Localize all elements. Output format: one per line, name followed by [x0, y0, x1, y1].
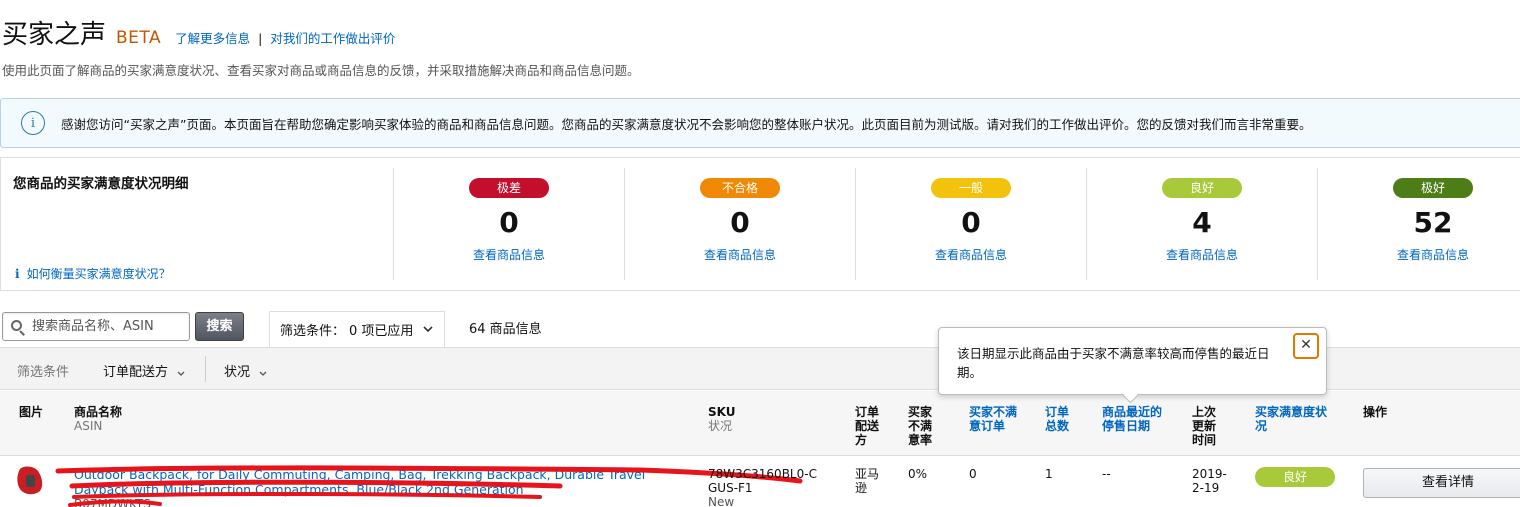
fulfillment-filter[interactable]: 订单配送方: [103, 361, 185, 380]
fulfillment-value: 亚马逊: [855, 467, 880, 495]
col-sku: SKU 状况: [708, 405, 735, 433]
metric-very-poor: 极差 0 查看商品信息: [393, 168, 624, 280]
dissatisfied-orders-value: 0: [969, 467, 977, 481]
col-satisfaction-status[interactable]: 买家满意度状况: [1255, 405, 1335, 433]
satisfaction-metrics: 您商品的买家满意度状况明细 i 如何衡量买家满意度状况？ 极差 0 查看商品信息…: [0, 157, 1520, 291]
product-name-link[interactable]: Outdoor Backpack, for Daily Commuting, C…: [74, 467, 654, 497]
last-suppressed-value: --: [1102, 467, 1111, 481]
learn-more-link[interactable]: 了解更多信息: [175, 28, 250, 47]
view-listings-link[interactable]: 查看商品信息: [1318, 246, 1520, 263]
product-asin: B07MDWKTS: [74, 497, 151, 507]
product-condition: New: [708, 495, 735, 507]
table-header: 图片 商品名称 ASIN SKU 状况 订单配送方 买家不满意率 买家不满意订单…: [0, 391, 1520, 456]
how-measured-link[interactable]: 如何衡量买家满意度状况？: [27, 265, 171, 282]
total-orders-value: 1: [1045, 467, 1053, 481]
product-sku: 78W3C3160BL0-CGUS-F1: [708, 467, 817, 495]
view-listings-link[interactable]: 查看商品信息: [625, 246, 855, 263]
product-image: [14, 463, 48, 497]
info-banner: i 感谢您访问“买家之声”页面。本页面旨在帮助您确定影响买家体验的商品和商品信息…: [0, 98, 1520, 148]
page-subtitle: 使用此页面了解商品的买家满意度状况、查看买家对商品或商品信息的反馈，并采取措施解…: [2, 63, 640, 78]
metric-count: 0: [499, 206, 519, 239]
metric-count: 0: [961, 206, 981, 239]
metric-poor: 不合格 0 查看商品信息: [624, 168, 855, 280]
status-filter-label: 状况: [224, 365, 251, 380]
search-button[interactable]: 搜索: [195, 312, 244, 341]
col-last-suppressed[interactable]: 商品最近的停售日期: [1102, 405, 1168, 433]
chevron-down-icon: [256, 368, 267, 379]
metric-good: 良好 4 查看商品信息: [1086, 168, 1317, 280]
item-count: 64 商品信息: [469, 322, 542, 337]
status-filter[interactable]: 状况: [224, 361, 267, 380]
col-product-name-label: 商品名称: [74, 405, 123, 419]
filter-dropdown-value: 0 项已应用: [349, 324, 414, 339]
metric-count: 4: [1192, 206, 1212, 239]
col-dissatisfaction-rate: 买家不满意率: [908, 405, 933, 447]
col-dissatisfied-orders[interactable]: 买家不满意订单: [969, 405, 1023, 433]
col-actions: 操作: [1363, 405, 1388, 419]
status-badge: 良好: [1255, 467, 1335, 487]
close-icon[interactable]: ✕: [1293, 333, 1319, 359]
info-banner-text: 感谢您访问“买家之声”页面。本页面旨在帮助您确定影响买家体验的商品和商品信息问题…: [61, 116, 1312, 132]
suppression-date-tooltip: 该日期显示此商品由于买家不满意率较高而停售的最近日期。 ✕: [938, 327, 1327, 404]
metric-count: 52: [1413, 206, 1453, 239]
metric-count: 0: [730, 206, 750, 239]
metrics-help[interactable]: i 如何衡量买家满意度状况？: [15, 265, 171, 282]
col-image: 图片: [19, 405, 44, 419]
view-details-button[interactable]: 查看详情: [1363, 468, 1520, 498]
metrics-heading: 您商品的买家满意度状况明细: [13, 176, 189, 192]
chevron-down-icon: [423, 323, 433, 336]
col-sku-label: SKU: [708, 405, 736, 419]
page-title: 买家之声: [2, 20, 107, 50]
chevron-down-icon: [174, 368, 185, 379]
tooltip-text: 该日期显示此商品由于买家不满意率较高而停售的最近日期。: [957, 346, 1270, 380]
dissatisfaction-rate-value: 0%: [908, 467, 928, 481]
info-icon: i: [15, 266, 20, 281]
header-separator: |: [258, 31, 263, 46]
page-header: 买家之声 BETA 了解更多信息 | 对我们的工作做出评价: [2, 14, 395, 51]
view-listings-link[interactable]: 查看商品信息: [1087, 246, 1317, 263]
info-icon: i: [21, 111, 45, 135]
filter-dropdown-label: 筛选条件：: [280, 324, 346, 339]
last-updated-value: 2019-2-19: [1192, 467, 1227, 495]
search-box[interactable]: [2, 312, 190, 341]
filter-divider: [205, 356, 206, 382]
metric-pill: 良好: [1162, 178, 1242, 198]
beta-badge: BETA: [116, 28, 162, 48]
col-last-updated: 上次更新时间: [1192, 405, 1217, 447]
metric-fair: 一般 0 查看商品信息: [855, 168, 1086, 280]
rate-us-link[interactable]: 对我们的工作做出评价: [270, 28, 395, 47]
filter-dropdown[interactable]: 筛选条件： 0 项已应用: [269, 311, 445, 347]
metric-pill: 极差: [469, 178, 549, 198]
view-listings-link[interactable]: 查看商品信息: [856, 246, 1086, 263]
search-input[interactable]: [32, 319, 182, 334]
metric-pill: 极好: [1393, 178, 1473, 198]
metric-pill: 不合格: [700, 178, 780, 198]
col-fulfillment: 订单配送方: [855, 405, 880, 447]
filter-bar-label: 筛选条件: [17, 365, 70, 380]
search-icon: [11, 319, 25, 336]
fulfillment-filter-label: 订单配送方: [103, 365, 169, 380]
metric-pill: 一般: [931, 178, 1011, 198]
col-asin-label: ASIN: [74, 419, 103, 433]
col-sku-status-label: 状况: [708, 419, 733, 433]
view-listings-link[interactable]: 查看商品信息: [394, 246, 624, 263]
col-product-name: 商品名称 ASIN: [74, 405, 122, 433]
metric-excellent: 极好 52 查看商品信息: [1317, 168, 1520, 280]
col-total-orders[interactable]: 订单总数: [1045, 405, 1075, 433]
